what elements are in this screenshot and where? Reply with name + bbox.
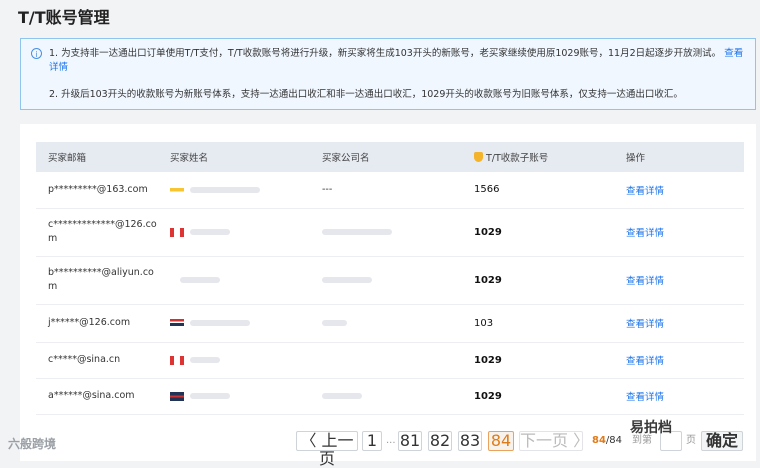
page-button-83[interactable]: 83 [458, 431, 482, 451]
tt-subaccount: 1566 [462, 172, 614, 209]
col-tt-subaccount: T/T收款子账号 [462, 142, 614, 172]
flag-icon [170, 318, 184, 328]
redacted-name [190, 186, 260, 193]
redacted-name [180, 277, 220, 283]
watermark-right: 易拍档 [630, 420, 672, 436]
tt-subaccount: 103 [462, 304, 614, 343]
redacted-company [322, 320, 347, 326]
buyer-company: --- [310, 172, 462, 209]
tt-subaccount: 1029 [462, 256, 614, 305]
notice-paragraph-2: 2. 升级后103开头的收款账号为新账号体系，支持一达通出口收汇和非一达通出口收… [49, 89, 683, 100]
table-row: b**********@aliyun.com 1029 查看详情 [36, 256, 744, 305]
action-cell: 查看详情 [614, 256, 744, 305]
flag-icon [170, 391, 184, 401]
page-button-84-current[interactable]: 84 [488, 431, 514, 451]
redacted-name [190, 229, 230, 235]
page-button-1[interactable]: 1 [362, 431, 382, 451]
col-buyer-email: 买家邮箱 [48, 153, 87, 164]
buyer-email: j******@126.com [36, 304, 158, 343]
table-row: j******@126.com 103 查看详情 [36, 304, 744, 343]
watermark-left: 六般跨境 [8, 437, 57, 451]
medal-icon [474, 152, 483, 162]
page-count-total: /84 [605, 435, 623, 446]
tt-subaccount: 1029 [462, 378, 614, 415]
buyer-name [158, 172, 310, 209]
buyer-email: c*****@sina.cn [36, 342, 158, 379]
next-page-button[interactable]: 下一页 〉 [519, 431, 589, 451]
redacted-name [190, 357, 220, 363]
redacted-company [322, 393, 362, 399]
buyer-name [158, 342, 310, 379]
table-row: p*********@163.com --- 1566 查看详情 [36, 172, 744, 209]
page-count-current: 84 [592, 435, 606, 446]
redacted-company [322, 229, 392, 235]
table-row: c*****@sina.cn 1029 查看详情 [36, 342, 744, 379]
buyer-email: b**********@aliyun.com [36, 256, 158, 305]
flag-icon [170, 227, 184, 237]
buyer-name [158, 378, 310, 415]
view-details-link[interactable]: 查看详情 [626, 392, 664, 403]
confirm-button[interactable]: 确定 [701, 431, 743, 451]
view-details-link[interactable]: 查看详情 [626, 356, 664, 367]
tt-subaccount: 1029 [462, 342, 614, 379]
pagination-ellipsis: ... [386, 435, 396, 446]
page-button-82[interactable]: 82 [428, 431, 452, 451]
buyer-company [310, 208, 462, 257]
page-suffix: 页 [686, 435, 696, 446]
table-row: a******@sina.com 1029 查看详情 [36, 378, 744, 415]
tt-subaccount: 1029 [462, 208, 614, 257]
buyer-name [158, 304, 310, 343]
view-details-link[interactable]: 查看详情 [626, 319, 664, 330]
col-buyer-name: 买家姓名 [170, 153, 209, 164]
buyer-name [158, 208, 310, 257]
action-cell: 查看详情 [614, 342, 744, 379]
info-icon: i [31, 48, 42, 59]
action-cell: 查看详情 [614, 378, 744, 415]
notice-banner: i 1. 为支持非一达通出口订单使用T/T支付，T/T收款账号将进行升级，新买家… [20, 38, 756, 110]
col-tt-subaccount-label: T/T收款子账号 [486, 153, 549, 164]
action-cell: 查看详情 [614, 172, 744, 209]
view-details-link[interactable]: 查看详情 [626, 276, 664, 287]
notice-text-1: 1. 为支持非一达通出口订单使用T/T支付，T/T收款账号将进行升级，新买家将生… [49, 48, 722, 59]
buyer-company [310, 256, 462, 305]
buyer-company [310, 342, 462, 379]
account-table: 买家邮箱 买家姓名 买家公司名 T/T收款子账号 操作 p*********@1… [36, 142, 744, 415]
prev-page-button[interactable]: 〈 上一页 [296, 431, 358, 468]
buyer-name [158, 256, 310, 305]
table-header-row: 买家邮箱 买家姓名 买家公司名 T/T收款子账号 操作 [36, 142, 744, 172]
col-buyer-company: 买家公司名 [322, 153, 370, 164]
view-details-link[interactable]: 查看详情 [626, 228, 664, 239]
redacted-company [322, 277, 372, 283]
buyer-company [310, 378, 462, 415]
buyer-company [310, 304, 462, 343]
col-actions: 操作 [626, 153, 646, 164]
page-title: T/T账号管理 [18, 8, 110, 27]
flag-icon [170, 355, 184, 365]
table-row: c*************@126.com 1029 查看详情 [36, 208, 744, 257]
page-count: 84/84 [592, 431, 622, 451]
action-cell: 查看详情 [614, 304, 744, 343]
redacted-name [190, 320, 250, 326]
account-table-card: 买家邮箱 买家姓名 买家公司名 T/T收款子账号 操作 p*********@1… [20, 124, 756, 461]
action-cell: 查看详情 [614, 208, 744, 257]
buyer-email: a******@sina.com [36, 378, 158, 415]
view-details-link[interactable]: 查看详情 [626, 186, 664, 197]
page-button-81[interactable]: 81 [398, 431, 422, 451]
buyer-email: p*********@163.com [36, 172, 158, 209]
notice-paragraph-1: 1. 为支持非一达通出口订单使用T/T支付，T/T收款账号将进行升级，新买家将生… [49, 47, 749, 75]
flag-icon [170, 185, 184, 195]
redacted-name [190, 393, 230, 399]
buyer-email: c*************@126.com [36, 208, 158, 257]
